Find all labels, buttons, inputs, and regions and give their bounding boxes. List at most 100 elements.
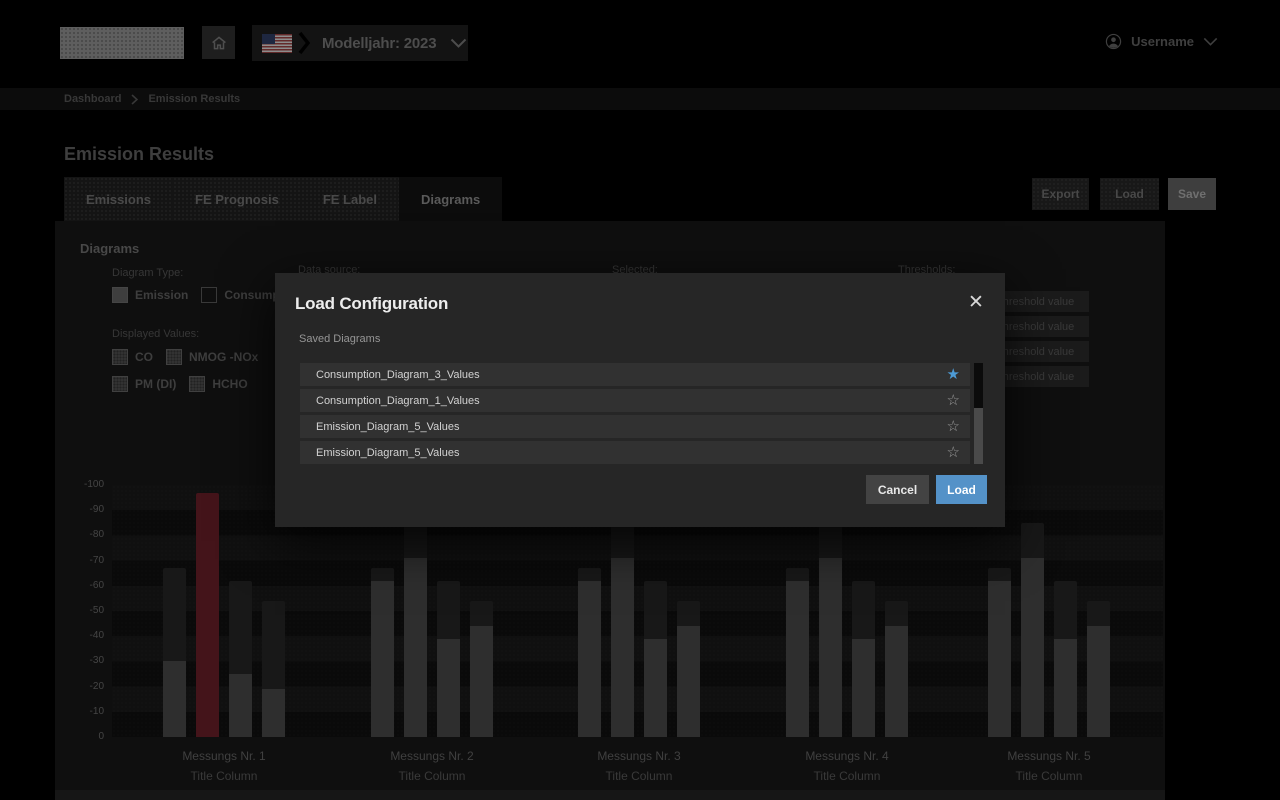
checkbox-hcho[interactable] bbox=[189, 376, 205, 392]
chart-bar-highlighted bbox=[196, 493, 219, 737]
displayed-values-row-1: CO NMOG -NOx bbox=[112, 349, 258, 365]
cancel-button[interactable]: Cancel bbox=[866, 475, 929, 504]
saved-diagram-name: Emission_Diagram_5_Values bbox=[316, 421, 459, 433]
close-icon[interactable]: ✕ bbox=[963, 290, 989, 316]
bar-base-segment bbox=[819, 558, 842, 737]
bar-base-segment bbox=[371, 581, 394, 737]
checkbox-label: PM (DI) bbox=[135, 377, 176, 391]
y-axis-tick: -80 bbox=[74, 529, 104, 540]
y-axis-tick: -30 bbox=[74, 655, 104, 666]
y-axis-tick: -60 bbox=[74, 580, 104, 591]
bar-group-4 bbox=[786, 523, 908, 737]
us-flag-icon bbox=[262, 34, 292, 53]
checkbox-option-emission[interactable]: Emission bbox=[112, 287, 188, 303]
export-button[interactable]: Export bbox=[1032, 178, 1089, 210]
user-menu[interactable]: Username bbox=[1105, 33, 1218, 50]
breadcrumb: Dashboard Emission Results bbox=[0, 88, 1280, 110]
checkbox-co[interactable] bbox=[112, 349, 128, 365]
username-label: Username bbox=[1131, 34, 1194, 49]
tab-emissions[interactable]: Emissions bbox=[64, 177, 173, 221]
checkbox-option-co[interactable]: CO bbox=[112, 349, 153, 365]
y-axis-tick: -20 bbox=[74, 681, 104, 692]
displayed-values-row-2: PM (DI) HCHO bbox=[112, 376, 248, 392]
displayed-values-label: Displayed Values: bbox=[112, 328, 199, 340]
bar-base-segment bbox=[677, 626, 700, 737]
bar-group-5 bbox=[988, 523, 1110, 737]
chart-bar bbox=[163, 568, 186, 737]
star-outline-icon[interactable]: ☆ bbox=[947, 445, 960, 460]
saved-diagrams-label: Saved Diagrams bbox=[299, 333, 380, 345]
checkbox-pm-di[interactable] bbox=[112, 376, 128, 392]
home-button[interactable] bbox=[202, 26, 235, 59]
saved-diagram-row[interactable]: Consumption_Diagram_3_Values ★ bbox=[300, 363, 970, 386]
model-year-label: Modelljahr: 2023 bbox=[322, 35, 436, 52]
chevron-right-icon bbox=[298, 31, 310, 55]
checkbox-consumptions[interactable] bbox=[201, 287, 217, 303]
bar-base-segment bbox=[1054, 639, 1077, 737]
checkbox-label: CO bbox=[135, 350, 153, 364]
chart-bar bbox=[1087, 601, 1110, 737]
checkbox-emission[interactable] bbox=[112, 287, 128, 303]
model-year-selector[interactable]: Modelljahr: 2023 bbox=[252, 25, 468, 61]
group-sublabel: Title Column bbox=[964, 769, 1134, 783]
group-label: Messungs Nr. 2 bbox=[347, 749, 517, 763]
chart-bar bbox=[578, 568, 601, 737]
bar-base-segment bbox=[644, 639, 667, 737]
diagram-type-label: Diagram Type: bbox=[112, 267, 183, 279]
chevron-down-icon bbox=[1203, 37, 1218, 47]
bar-base-segment bbox=[611, 558, 634, 737]
saved-diagram-row[interactable]: Emission_Diagram_5_Values ☆ bbox=[300, 415, 970, 438]
user-avatar-icon bbox=[1105, 33, 1122, 50]
bar-base-segment bbox=[1021, 558, 1044, 737]
load-button[interactable]: Load bbox=[1100, 178, 1159, 210]
checkbox-option-pm-di[interactable]: PM (DI) bbox=[112, 376, 176, 392]
y-axis-tick: -90 bbox=[74, 504, 104, 515]
bar-group-2 bbox=[371, 523, 493, 737]
chart-bar bbox=[229, 581, 252, 737]
saved-diagram-row[interactable]: Consumption_Diagram_1_Values ☆ bbox=[300, 389, 970, 412]
chevron-right-icon bbox=[131, 94, 138, 105]
chart-bar bbox=[786, 568, 809, 737]
tab-diagrams[interactable]: Diagrams bbox=[399, 177, 502, 221]
load-button[interactable]: Load bbox=[936, 475, 987, 504]
group-sublabel: Title Column bbox=[554, 769, 724, 783]
bar-base-segment bbox=[852, 639, 875, 737]
tab-fe-label[interactable]: FE Label bbox=[301, 177, 399, 221]
saved-diagram-name: Consumption_Diagram_1_Values bbox=[316, 395, 480, 407]
bar-base-segment bbox=[404, 558, 427, 737]
group-label: Messungs Nr. 3 bbox=[554, 749, 724, 763]
star-outline-icon[interactable]: ☆ bbox=[947, 419, 960, 434]
chart-bar bbox=[437, 581, 460, 737]
bar-base-segment bbox=[229, 674, 252, 737]
checkbox-label: NMOG -NOx bbox=[189, 350, 258, 364]
star-filled-icon[interactable]: ★ bbox=[947, 367, 960, 382]
load-configuration-dialog: Load Configuration ✕ Saved Diagrams Cons… bbox=[275, 273, 1005, 527]
bar-group-1 bbox=[163, 493, 285, 737]
y-axis-tick: -50 bbox=[74, 605, 104, 616]
breadcrumb-emission-results[interactable]: Emission Results bbox=[148, 93, 240, 105]
chart-bar bbox=[470, 601, 493, 737]
bar-base-segment bbox=[786, 581, 809, 737]
saved-diagram-name: Consumption_Diagram_3_Values bbox=[316, 369, 480, 381]
save-button[interactable]: Save bbox=[1168, 178, 1216, 210]
scrollbar-thumb[interactable] bbox=[974, 408, 983, 464]
bar-group-3 bbox=[578, 523, 700, 737]
saved-diagrams-list: Consumption_Diagram_3_Values★Consumption… bbox=[300, 363, 970, 467]
saved-diagram-row[interactable]: Emission_Diagram_5_Values☆ bbox=[300, 441, 970, 464]
breadcrumb-dashboard[interactable]: Dashboard bbox=[64, 93, 121, 105]
checkbox-nmog-nox[interactable] bbox=[166, 349, 182, 365]
checkbox-option-hcho[interactable]: HCHO bbox=[189, 376, 247, 392]
chart-bar bbox=[1021, 523, 1044, 737]
tab-fe-prognosis[interactable]: FE Prognosis bbox=[173, 177, 301, 221]
group-sublabel: Title Column bbox=[347, 769, 517, 783]
y-axis-tick: -40 bbox=[74, 630, 104, 641]
checkbox-option-nmog-nox[interactable]: NMOG -NOx bbox=[166, 349, 258, 365]
chart-bar bbox=[677, 601, 700, 737]
bar-base-segment bbox=[578, 581, 601, 737]
page: Modelljahr: 2023 Username bbox=[0, 0, 1280, 800]
dialog-title: Load Configuration bbox=[295, 294, 448, 314]
star-outline-icon[interactable]: ☆ bbox=[947, 393, 960, 408]
scrollbar bbox=[974, 363, 983, 464]
bar-base-segment bbox=[1087, 626, 1110, 737]
group-sublabel: Title Column bbox=[139, 769, 309, 783]
